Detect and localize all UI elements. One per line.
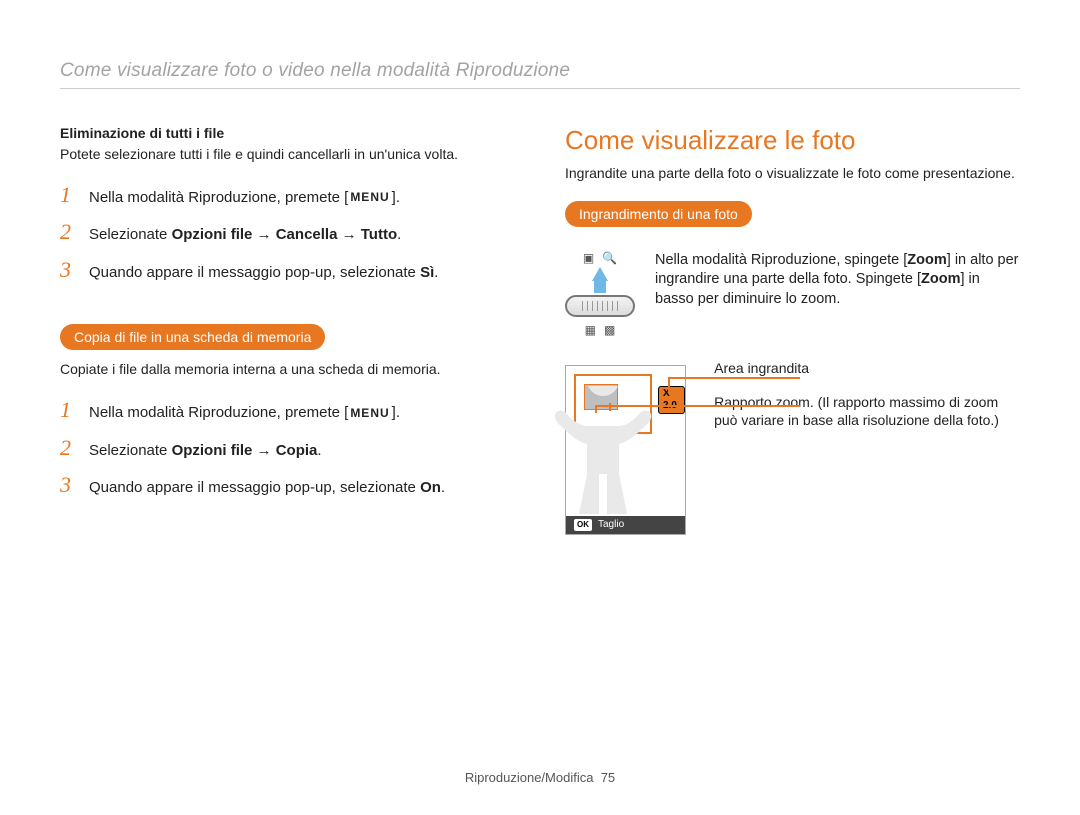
- connector-line: [595, 405, 597, 413]
- text-fragment: .: [397, 226, 401, 243]
- step-number: 1: [60, 399, 76, 421]
- delete-step-3: Quando appare il messaggio pop-up, selez…: [89, 263, 438, 283]
- menu-button-label: MENU: [348, 406, 391, 422]
- footer-page-number: 75: [601, 770, 615, 785]
- lcd-bottom-bar: OK Taglio: [566, 516, 685, 534]
- breadcrumb-header: Come visualizzare foto o video nella mod…: [60, 60, 1020, 82]
- text-fragment: Selezionate: [89, 442, 172, 459]
- step-number: 2: [60, 221, 76, 243]
- copy-pill-heading: Copia di file in una scheda di memoria: [60, 324, 325, 350]
- arrow-stem: [594, 279, 606, 293]
- text-strong: Opzioni file → Copia: [172, 442, 318, 459]
- text-strong: Opzioni file → Cancella → Tutto: [172, 226, 398, 243]
- connector-line: [668, 377, 670, 391]
- text-fragment: Quando appare il messaggio pop-up, selez…: [89, 479, 420, 496]
- copy-step-1: Nella modalità Riproduzione, premete [ME…: [89, 403, 400, 423]
- delete-step-1: Nella modalità Riproduzione, premete [ME…: [89, 188, 400, 208]
- step-number: 3: [60, 474, 76, 496]
- menu-button-label: MENU: [348, 190, 391, 206]
- footer-section: Riproduzione/Modifica: [465, 770, 594, 785]
- connector-line: [668, 377, 800, 379]
- right-column: Come visualizzare le foto Ingrandite una…: [565, 125, 1020, 535]
- text-strong: Sì: [420, 264, 434, 281]
- step-number: 1: [60, 184, 76, 206]
- connector-line: [595, 405, 800, 407]
- copy-description: Copiate i file dalla memoria interna a u…: [60, 360, 515, 379]
- battery-icon: ▣: [583, 251, 594, 265]
- icon-row-top: ▣ 🔍: [583, 251, 617, 265]
- grid-icon: ▦: [585, 323, 596, 337]
- copy-step-2: Selezionate Opzioni file → Copia.: [89, 441, 322, 461]
- delete-step-2: Selezionate Opzioni file → Cancella → Tu…: [89, 225, 401, 245]
- copy-step-3: Quando appare il messaggio pop-up, selez…: [89, 478, 445, 498]
- copy-steps: 1 Nella modalità Riproduzione, premete […: [60, 399, 515, 498]
- left-column: Eliminazione di tutti i file Potete sele…: [60, 125, 515, 535]
- thumbnails-icon: ▩: [604, 323, 615, 337]
- text-strong: On: [420, 479, 441, 496]
- text-fragment: .: [441, 479, 445, 496]
- ok-icon: OK: [574, 519, 592, 531]
- label-area-ingrandita: Area ingrandita: [714, 359, 1020, 377]
- magnify-icon: 🔍: [602, 251, 617, 265]
- text-fragment: Nella modalità Riproduzione, premete [: [89, 404, 348, 421]
- text-fragment: ].: [392, 189, 400, 206]
- step-number: 3: [60, 259, 76, 281]
- taglio-label: Taglio: [598, 519, 624, 530]
- text-fragment: ].: [392, 404, 400, 421]
- label-rapporto-zoom: Rapporto zoom. (Il rapporto massimo di z…: [714, 393, 1020, 429]
- zoom-control-graphic: ▣ 🔍 ▦ ▩: [565, 251, 635, 337]
- delete-description: Potete selezionare tutti i file e quindi…: [60, 145, 515, 164]
- scroll-wheel-icon: [565, 295, 635, 317]
- section-title: Come visualizzare le foto: [565, 125, 1020, 156]
- delete-heading: Eliminazione di tutti i file: [60, 125, 515, 141]
- zoom-description: Nella modalità Riproduzione, spingete [Z…: [655, 251, 1020, 310]
- text-strong: Zoom: [907, 252, 946, 268]
- delete-steps: 1 Nella modalità Riproduzione, premete […: [60, 184, 515, 283]
- text-fragment: .: [434, 264, 438, 281]
- text-strong: Zoom: [921, 271, 960, 287]
- icon-row-bottom: ▦ ▩: [585, 323, 616, 337]
- text-fragment: Nella modalità Riproduzione, spingete [: [655, 252, 907, 268]
- section-intro: Ingrandite una parte della foto o visual…: [565, 164, 1020, 183]
- divider: [60, 88, 1020, 89]
- step-number: 2: [60, 437, 76, 459]
- text-fragment: .: [317, 442, 321, 459]
- zoom-pill-heading: Ingrandimento di una foto: [565, 201, 752, 227]
- page-footer: Riproduzione/Modifica 75: [0, 770, 1080, 785]
- text-fragment: Quando appare il messaggio pop-up, selez…: [89, 264, 420, 281]
- text-fragment: Nella modalità Riproduzione, premete [: [89, 189, 348, 206]
- text-fragment: Selezionate: [89, 226, 172, 243]
- lcd-labels: Area ingrandita Rapporto zoom. (Il rappo…: [714, 365, 1020, 430]
